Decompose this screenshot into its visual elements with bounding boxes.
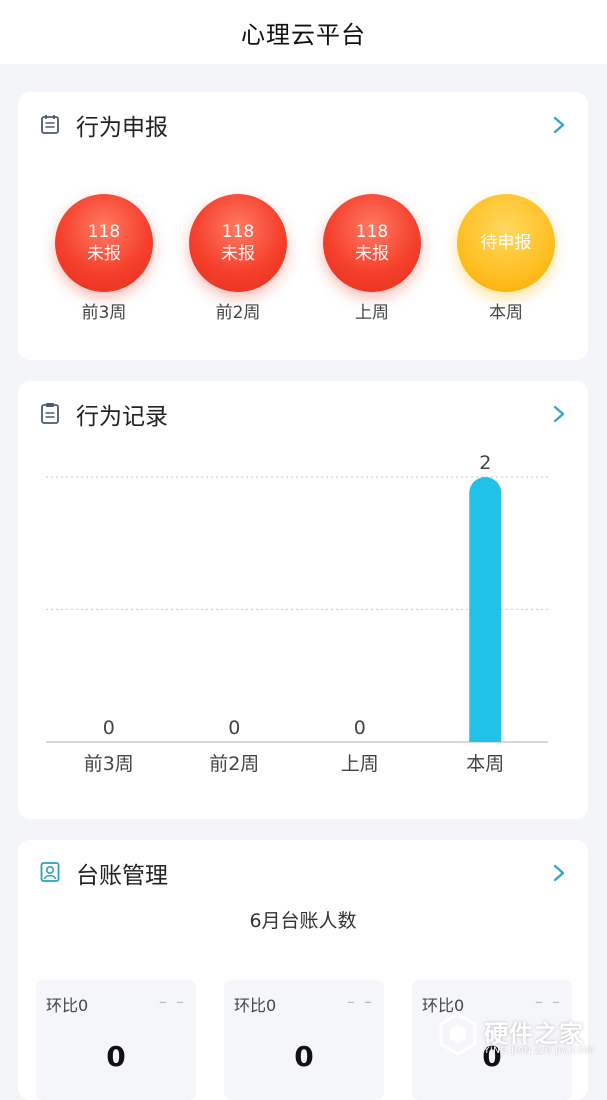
chart-tick-label: 前2周	[209, 753, 259, 775]
behavior-report-card: 行为申报 118 未报 前3周 118 未报 前2周 118 未报 上周 待申报…	[18, 92, 588, 360]
behavior-record-card: 行为记录 0 前3周 0 前2周 0 上周 2 本周	[18, 381, 588, 819]
stat-ratio: 环比0	[234, 996, 277, 1015]
stat-ratio: 环比0	[46, 996, 89, 1015]
stat-value: 0	[294, 1040, 314, 1073]
page-title: 心理云平台	[241, 20, 366, 49]
watermark-logo: 硬件之家 YING JIAN ZHI JIA.COM	[438, 1010, 598, 1070]
report-count: 118	[355, 222, 389, 242]
chart-data-label: 0	[354, 717, 366, 739]
report-period-label: 本周	[489, 303, 523, 323]
chart-tick-label: 前3周	[84, 753, 134, 775]
report-status: 未报	[87, 244, 121, 264]
behavior-report-title: 行为申报	[76, 115, 168, 141]
ledger-stat-box[interactable]: 环比0 – – 0	[224, 980, 384, 1100]
watermark-text: 硬件之家	[484, 1020, 584, 1048]
chart-data-label: 0	[103, 717, 115, 739]
behavior-record-chart: 0 前3周 0 前2周 0 上周 2 本周	[46, 452, 548, 775]
chart-bar[interactable]	[469, 477, 502, 742]
report-status: 未报	[221, 244, 255, 264]
report-status-circle: 118 未报	[189, 194, 287, 292]
top-bar: 心理云平台	[0, 0, 607, 64]
report-status-circle: 118 未报	[323, 194, 421, 292]
calendar-icon	[41, 115, 59, 134]
chart-data-label: 2	[479, 452, 491, 474]
user-card-icon	[40, 862, 60, 882]
ledger-header[interactable]: 台账管理	[18, 840, 588, 904]
stat-trend: – –	[534, 992, 562, 1011]
report-period-label: 前3周	[81, 303, 127, 323]
stat-trend: – –	[158, 992, 186, 1011]
stat-trend: – –	[346, 992, 374, 1011]
report-count: 118	[221, 222, 255, 242]
stat-value: 0	[106, 1040, 126, 1073]
report-item-2-weeks-ago[interactable]: 118 未报 前2周	[188, 194, 288, 323]
hexagon-logo-icon	[439, 1012, 477, 1056]
ledger-stat-box[interactable]: 环比0 – – 0	[36, 980, 196, 1100]
chevron-right-icon[interactable]	[552, 862, 566, 884]
watermark-subtext: YING JIAN ZHI JIA.COM	[484, 1046, 595, 1056]
ledger-title: 台账管理	[76, 863, 168, 889]
report-count: 118	[87, 222, 121, 242]
report-status-circle: 待申报	[457, 194, 555, 292]
chevron-right-icon[interactable]	[552, 114, 566, 136]
chart-tick-label: 上周	[341, 753, 379, 775]
report-period-label: 前2周	[215, 303, 261, 323]
chart-tick-label: 本周	[466, 753, 504, 775]
ledger-subtitle: 6月台账人数	[249, 910, 357, 932]
chart-data-label: 0	[228, 717, 240, 739]
report-item-3-weeks-ago[interactable]: 118 未报 前3周	[54, 194, 154, 323]
report-item-this-week[interactable]: 待申报 本周	[456, 194, 556, 323]
report-item-last-week[interactable]: 118 未报 上周	[322, 194, 422, 323]
behavior-report-header[interactable]: 行为申报	[18, 92, 588, 156]
report-status: 待申报	[480, 233, 532, 253]
report-status: 未报	[355, 244, 389, 264]
report-period-label: 上周	[355, 303, 389, 323]
report-status-circle: 118 未报	[55, 194, 153, 292]
